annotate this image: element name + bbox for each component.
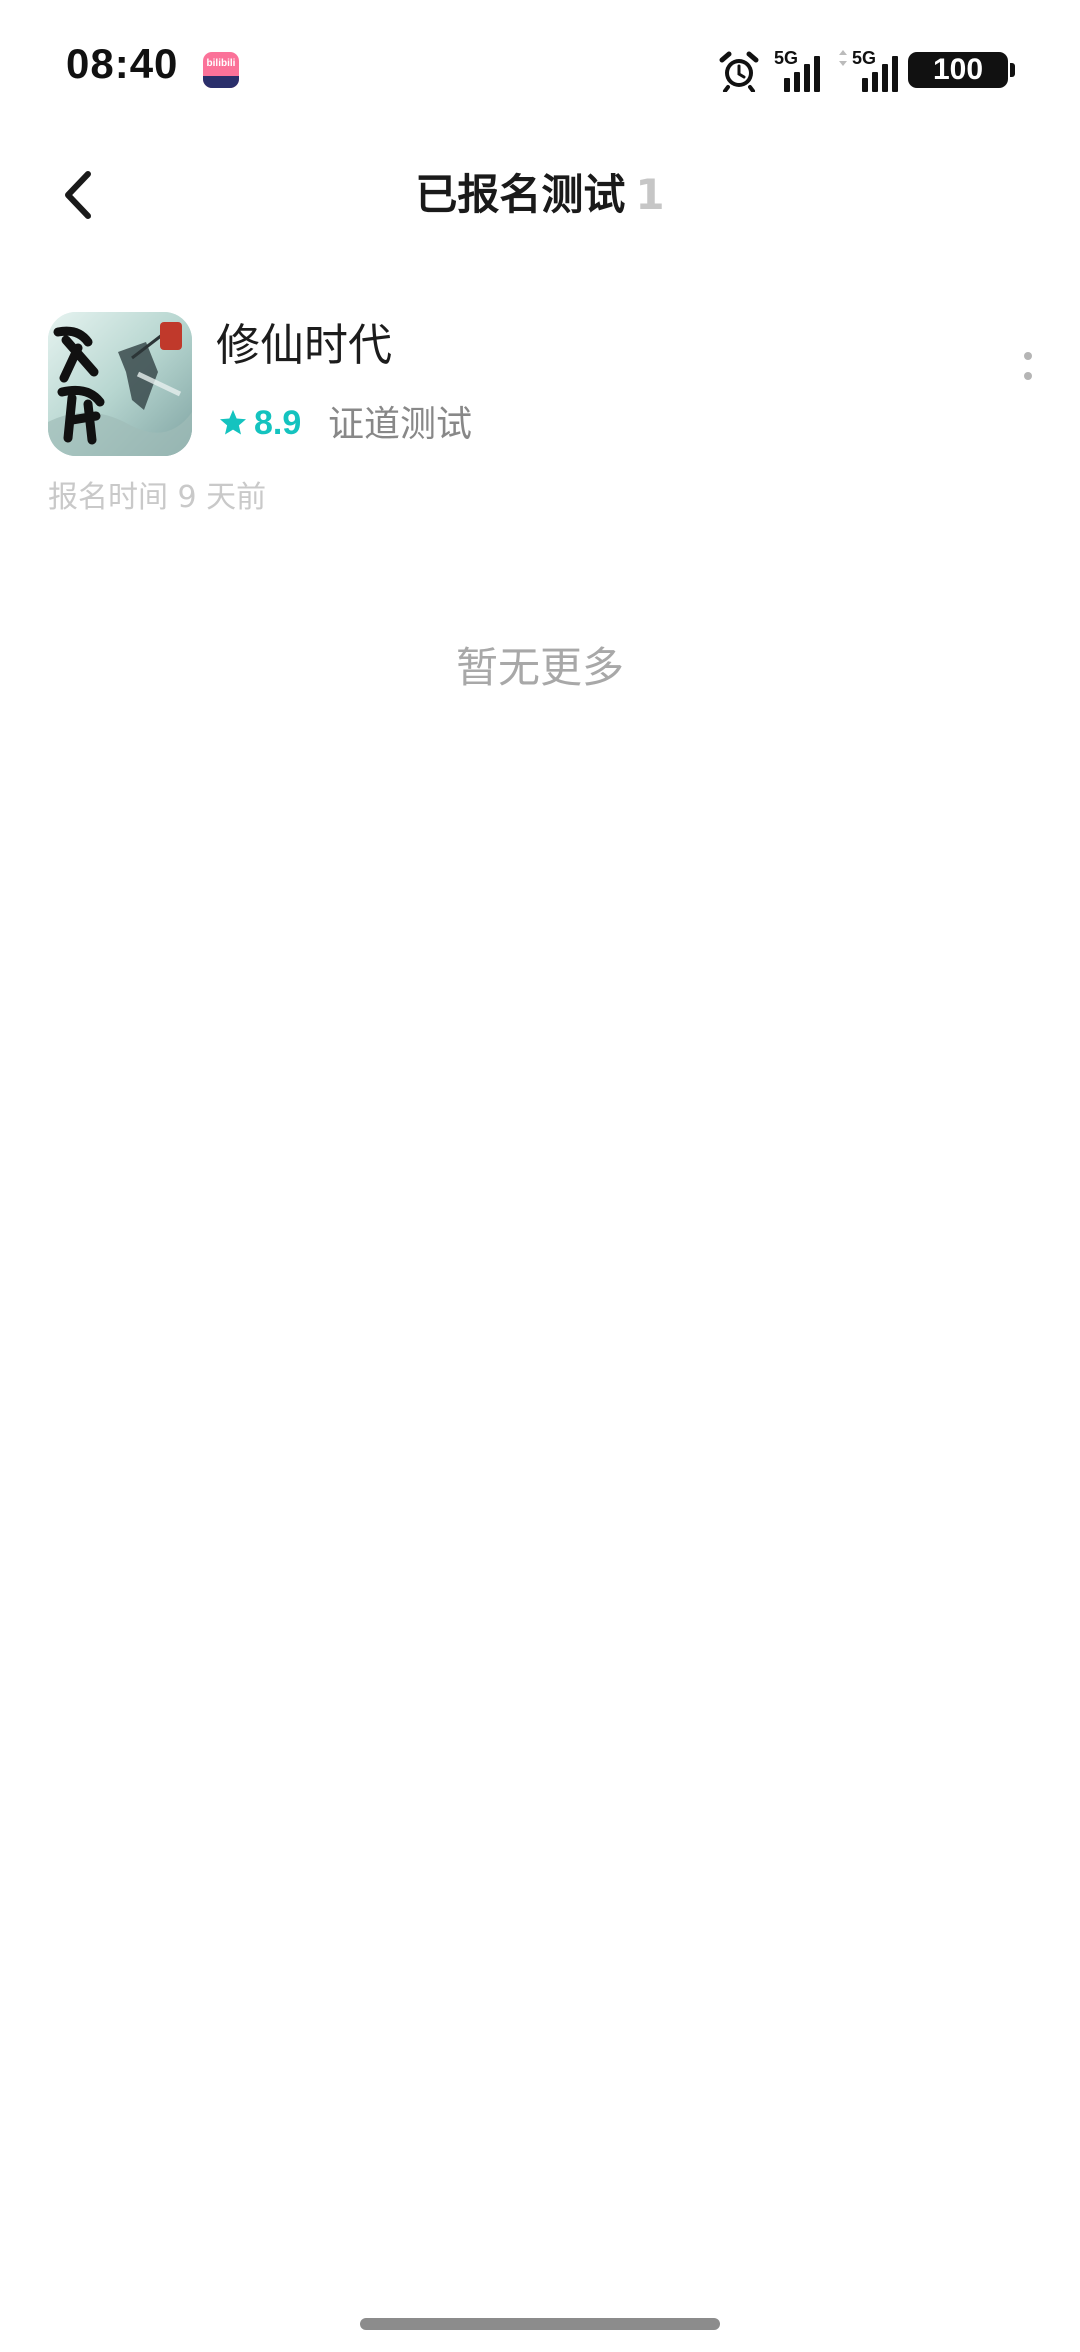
signup-time: 报名时间 9 天前 <box>48 480 267 515</box>
home-indicator[interactable] <box>360 2318 720 2330</box>
signup-count: 1 <box>635 170 665 219</box>
game-name[interactable]: 修仙时代 <box>216 318 392 374</box>
star-icon <box>220 409 246 435</box>
status-icons: 5G 5G 100 <box>718 48 1015 92</box>
signal-icon-2 <box>862 56 898 92</box>
app-badge-label: bilibili <box>206 58 236 69</box>
app-badge-sublabel <box>203 76 239 88</box>
list-item[interactable]: 修仙时代 8.9 证道测试 报名时间 9 天前 <box>48 310 1048 530</box>
status-bar: 08:40 bilibili 5G 5G 100 <box>0 0 1080 140</box>
more-vertical-icon-dot-2 <box>1024 372 1032 380</box>
screen: 08:40 bilibili 5G 5G 100 已报名测试 1 修仙时代 8.… <box>0 0 1080 2352</box>
header-title-wrap: 已报名测试 1 <box>0 168 1080 222</box>
rating-value: 8.9 <box>254 403 302 442</box>
test-type-label: 证道测试 <box>328 404 473 445</box>
alarm-clock-icon <box>719 51 759 92</box>
header: 已报名测试 1 <box>0 140 1080 250</box>
game-icon[interactable] <box>48 312 192 456</box>
status-time: 08:40 <box>66 40 179 87</box>
data-arrows-icon <box>839 50 847 66</box>
signal-icon <box>784 56 820 92</box>
game-rating: 8.9 <box>218 398 301 448</box>
page-title: 已报名测试 <box>415 170 626 219</box>
more-vertical-icon-dot-1 <box>1024 352 1032 360</box>
no-more-label: 暂无更多 <box>455 643 624 692</box>
battery-indicator: 100 <box>908 52 1015 88</box>
bilibili-app-icon: bilibili <box>203 52 239 88</box>
game-artwork <box>48 312 192 456</box>
more-options-button[interactable] <box>1008 330 1048 390</box>
